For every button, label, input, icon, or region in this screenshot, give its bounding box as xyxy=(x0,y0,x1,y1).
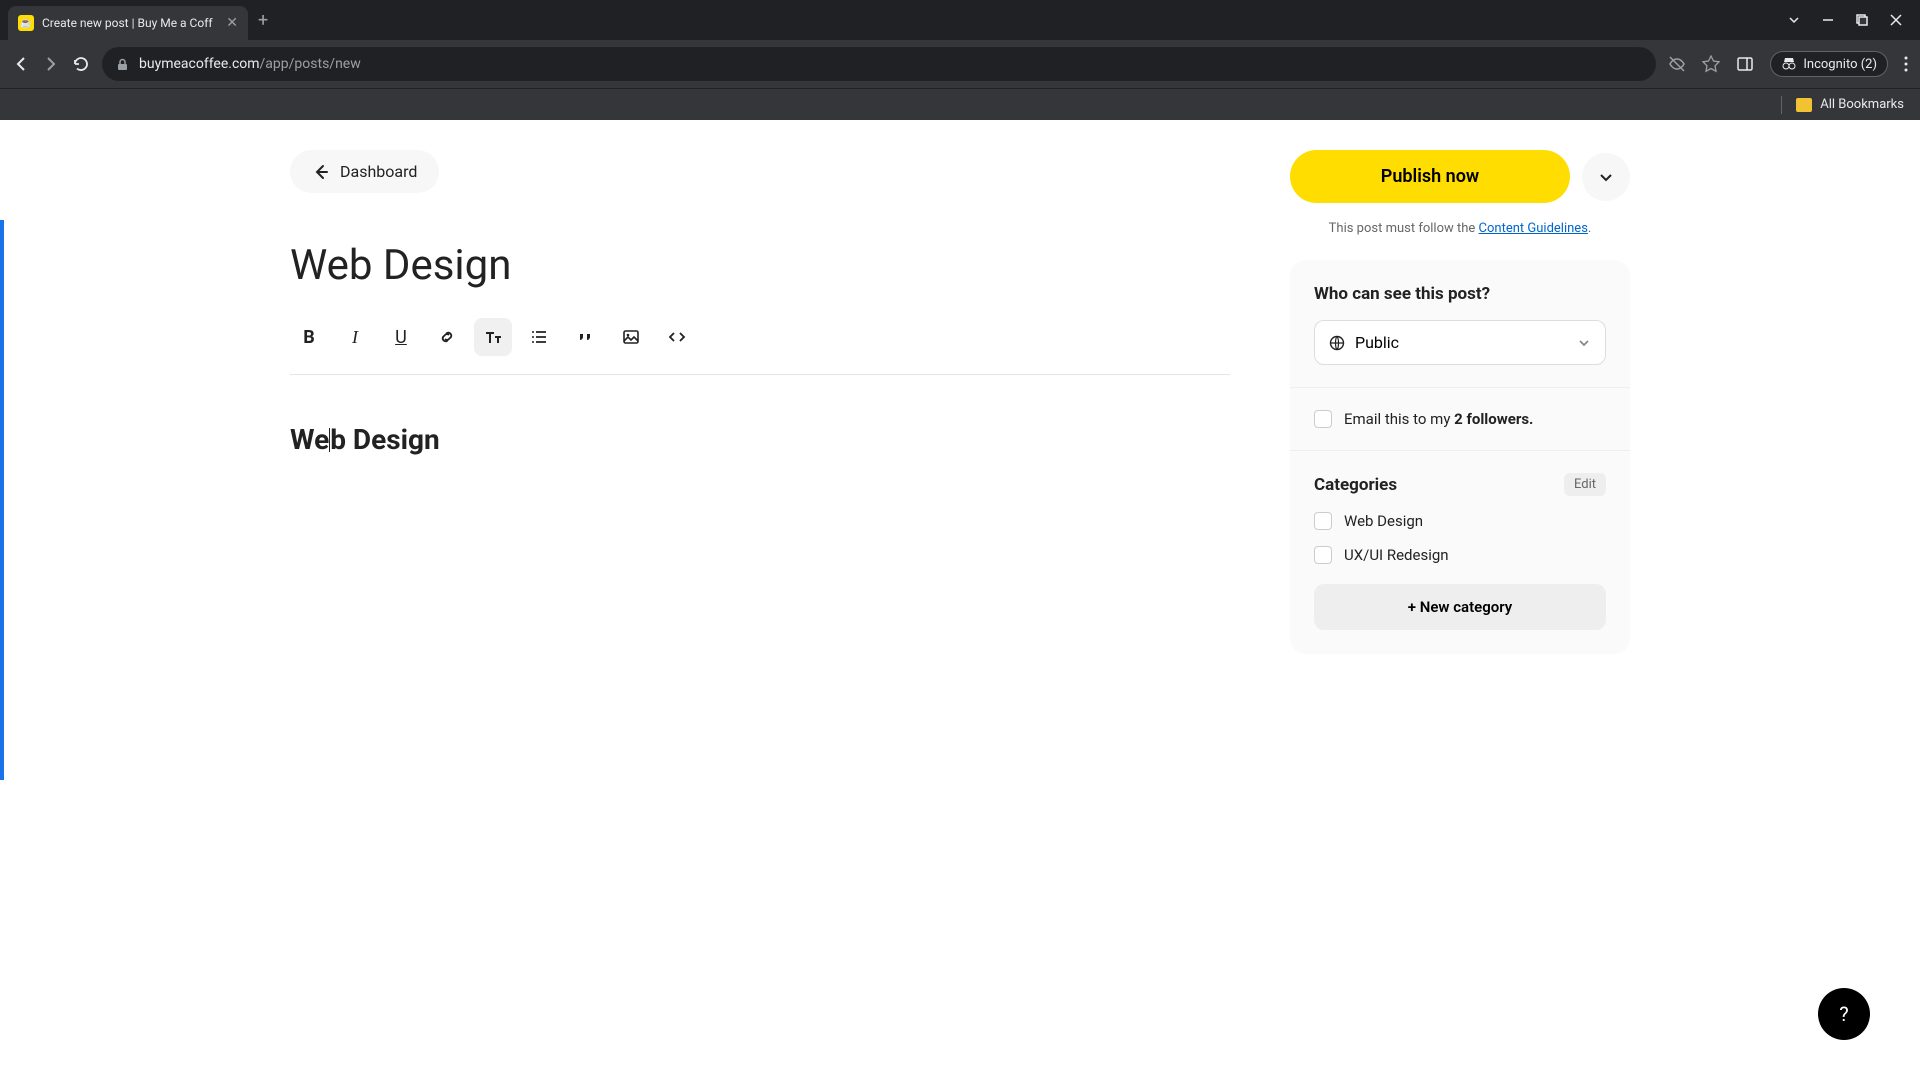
publish-button[interactable]: Publish now xyxy=(1290,150,1570,203)
category-checkbox[interactable] xyxy=(1314,546,1332,564)
category-label: Web Design xyxy=(1344,512,1423,530)
email-followers-row: Email this to my 2 followers. xyxy=(1314,410,1606,428)
email-checkbox[interactable] xyxy=(1314,410,1332,428)
back-to-dashboard-button[interactable]: Dashboard xyxy=(290,150,439,193)
quote-button[interactable] xyxy=(566,318,604,356)
content-guidelines-link[interactable]: Content Guidelines xyxy=(1479,221,1588,236)
heading-button[interactable] xyxy=(474,318,512,356)
post-title-input[interactable] xyxy=(290,241,1230,290)
browser-tools: Incognito (2) xyxy=(1668,51,1908,77)
new-category-button[interactable]: + New category xyxy=(1314,584,1606,630)
editor-toolbar: B I U xyxy=(290,318,1230,375)
bold-button[interactable]: B xyxy=(290,318,328,356)
list-button[interactable] xyxy=(520,318,558,356)
bookmarks-label[interactable]: All Bookmarks xyxy=(1820,97,1904,112)
star-icon[interactable] xyxy=(1702,55,1720,73)
eye-off-icon[interactable] xyxy=(1668,55,1686,73)
new-tab-button[interactable]: + xyxy=(258,10,268,31)
divider xyxy=(1290,387,1630,388)
browser-tab[interactable]: ☕ Create new post | Buy Me a Coff ✕ xyxy=(8,6,248,40)
categories-title: Categories xyxy=(1314,475,1397,495)
incognito-icon xyxy=(1781,56,1797,72)
settings-panel: Who can see this post? Public Email this… xyxy=(1290,260,1630,654)
globe-icon xyxy=(1329,335,1345,351)
italic-button[interactable]: I xyxy=(336,318,374,356)
code-icon xyxy=(668,328,686,346)
edit-categories-button[interactable]: Edit xyxy=(1564,473,1606,496)
divider xyxy=(1290,450,1630,451)
maximize-icon[interactable] xyxy=(1856,14,1868,26)
text-size-icon xyxy=(483,327,503,347)
post-sidebar: Publish now This post must follow the Co… xyxy=(1290,150,1630,654)
forward-icon[interactable] xyxy=(42,55,60,73)
selection-edge xyxy=(0,220,4,780)
address-bar: buymeacoffee.com/app/posts/new Incognito… xyxy=(0,40,1920,88)
underline-button[interactable]: U xyxy=(382,318,420,356)
visibility-value: Public xyxy=(1355,333,1399,352)
folder-icon xyxy=(1796,98,1812,112)
minimize-icon[interactable] xyxy=(1822,14,1834,26)
visibility-title: Who can see this post? xyxy=(1314,284,1606,304)
lock-icon xyxy=(116,58,129,71)
category-label: UX/UI Redesign xyxy=(1344,546,1449,564)
close-icon[interactable]: ✕ xyxy=(226,15,238,31)
url-input[interactable]: buymeacoffee.com/app/posts/new xyxy=(102,47,1656,81)
incognito-badge[interactable]: Incognito (2) xyxy=(1770,51,1888,77)
favicon-icon: ☕ xyxy=(18,15,34,31)
content-heading: Web Design xyxy=(290,423,1230,456)
back-icon[interactable] xyxy=(12,55,30,73)
chevron-down-icon xyxy=(1598,169,1614,185)
publish-options-button[interactable] xyxy=(1582,153,1630,201)
browser-tab-strip: ☕ Create new post | Buy Me a Coff ✕ + xyxy=(0,0,1920,40)
chevron-down-icon xyxy=(1577,336,1591,350)
window-controls xyxy=(1788,14,1912,26)
tab-title: Create new post | Buy Me a Coff xyxy=(42,16,218,30)
category-checkbox[interactable] xyxy=(1314,512,1332,530)
link-button[interactable] xyxy=(428,318,466,356)
editor-content[interactable]: Web Design xyxy=(290,423,1230,456)
side-panel-icon[interactable] xyxy=(1736,55,1754,73)
incognito-label: Incognito (2) xyxy=(1803,57,1877,72)
code-button[interactable] xyxy=(658,318,696,356)
help-button[interactable]: ? xyxy=(1818,988,1870,1040)
page-body: Dashboard B I U xyxy=(0,120,1920,1080)
category-item: Web Design xyxy=(1314,512,1606,530)
url-host: buymeacoffee.com xyxy=(139,56,260,72)
back-label: Dashboard xyxy=(340,162,417,181)
reload-icon[interactable] xyxy=(72,55,90,73)
chevron-down-icon[interactable] xyxy=(1788,14,1800,26)
image-button[interactable] xyxy=(612,318,650,356)
bookmarks-bar: All Bookmarks xyxy=(0,88,1920,120)
guideline-note: This post must follow the Content Guidel… xyxy=(1290,221,1630,236)
category-item: UX/UI Redesign xyxy=(1314,546,1606,564)
menu-icon[interactable] xyxy=(1904,56,1908,72)
list-icon xyxy=(530,328,548,346)
image-icon xyxy=(622,328,640,346)
email-label: Email this to my 2 followers. xyxy=(1344,410,1533,428)
divider xyxy=(1781,96,1782,114)
close-window-icon[interactable] xyxy=(1890,14,1902,26)
url-path: /app/posts/new xyxy=(260,56,361,72)
arrow-left-icon xyxy=(312,163,330,181)
text-cursor-icon xyxy=(329,428,330,452)
link-icon xyxy=(438,328,456,346)
visibility-select[interactable]: Public xyxy=(1314,320,1606,365)
heading-text-rest: Design xyxy=(353,423,440,456)
quote-icon xyxy=(576,328,594,346)
editor-column: Dashboard B I U xyxy=(290,150,1230,654)
